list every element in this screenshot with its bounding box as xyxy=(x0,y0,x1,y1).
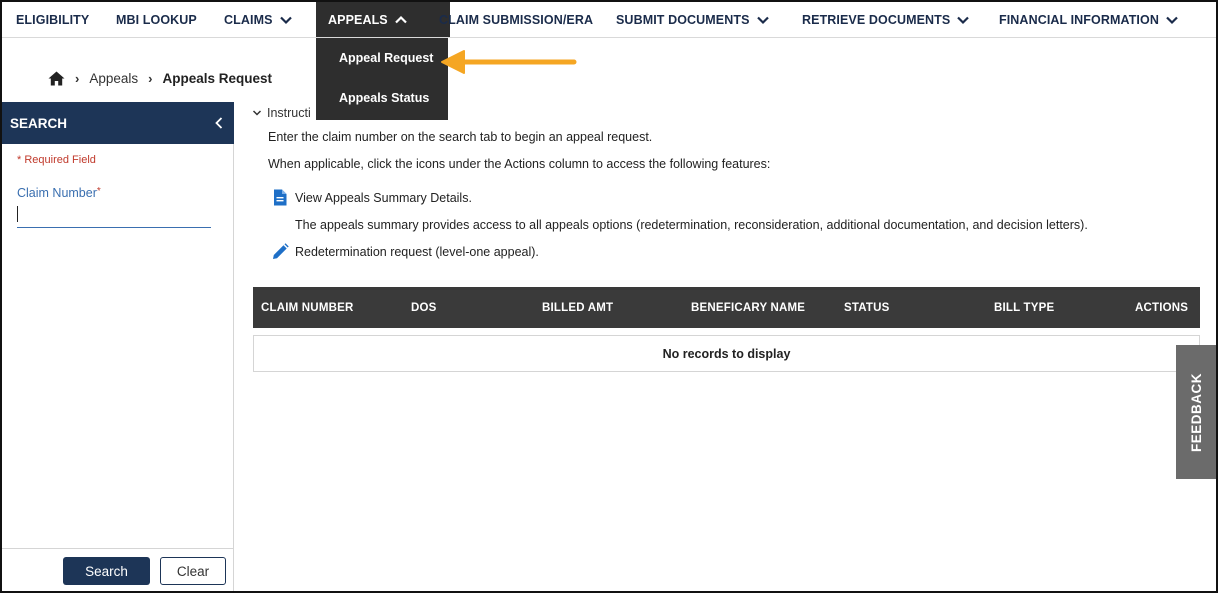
instructions-toggle[interactable]: Instructi xyxy=(252,106,311,120)
sidebar-title: SEARCH xyxy=(10,115,68,131)
feature-view-summary: View Appeals Summary Details. xyxy=(273,189,472,206)
claim-number-label: Claim Number* xyxy=(17,186,101,200)
chevron-down-icon xyxy=(1166,16,1178,24)
feedback-tab[interactable]: FEEDBACK xyxy=(1176,345,1216,479)
search-button[interactable]: Search xyxy=(63,557,150,585)
feature-redetermination: Redetermination request (level-one appea… xyxy=(272,243,539,260)
breadcrumb-separator-icon: › xyxy=(148,70,153,86)
instructions-line: When applicable, click the icons under t… xyxy=(268,157,771,171)
collapse-chevron-left-icon[interactable] xyxy=(212,116,226,130)
sidebar-footer: Search Clear xyxy=(2,548,234,591)
pointer-arrow-icon xyxy=(441,50,577,74)
nav-eligibility[interactable]: ELIGIBILITY xyxy=(16,2,89,37)
chevron-down-icon xyxy=(957,16,970,24)
nav-mbi-lookup[interactable]: MBI LOOKUP xyxy=(116,2,197,37)
chevron-down-icon xyxy=(252,110,262,116)
feedback-label: FEEDBACK xyxy=(1188,372,1204,452)
required-field-note: * Required Field xyxy=(17,154,96,166)
column-header-claim-number[interactable]: CLAIM NUMBER xyxy=(261,287,353,328)
nav-appeals[interactable]: APPEALS xyxy=(316,2,450,37)
nav-retrieve-documents[interactable]: RETRIEVE DOCUMENTS xyxy=(802,2,970,37)
appeals-dropdown-menu: Appeal Request Appeals Status xyxy=(316,38,448,120)
menu-item-appeal-request[interactable]: Appeal Request xyxy=(316,38,448,78)
breadcrumb: › Appeals › Appeals Request xyxy=(48,68,272,88)
nav-financial-information[interactable]: FINANCIAL INFORMATION xyxy=(999,2,1179,37)
chevron-up-icon xyxy=(394,15,407,23)
column-header-billed-amt[interactable]: BILLED AMT xyxy=(542,287,613,328)
claim-number-input[interactable] xyxy=(17,204,211,228)
chevron-down-icon xyxy=(279,16,292,24)
chevron-down-icon xyxy=(756,16,769,24)
column-header-actions: ACTIONS xyxy=(1135,301,1189,314)
home-icon[interactable] xyxy=(48,71,65,86)
table-header-row: CLAIM NUMBER DOS BILLED AMT BENEFICARY N… xyxy=(253,287,1200,328)
nav-claim-submission-era[interactable]: CLAIM SUBMISSION/ERA xyxy=(439,2,593,37)
top-nav: ELIGIBILITY MBI LOOKUP CLAIMS APPEALS CL… xyxy=(2,2,1216,38)
column-header-dos[interactable]: DOS xyxy=(411,287,437,328)
breadcrumb-separator-icon: › xyxy=(75,70,80,86)
column-header-status[interactable]: STATUS xyxy=(844,287,890,328)
breadcrumb-current: Appeals Request xyxy=(162,70,273,86)
search-sidebar: SEARCH * Required Field Claim Number* Se… xyxy=(2,102,234,591)
breadcrumb-appeals-link[interactable]: Appeals xyxy=(89,71,138,86)
document-icon xyxy=(274,189,287,206)
sidebar-header: SEARCH xyxy=(2,102,234,144)
table-empty-row: No records to display xyxy=(253,335,1200,372)
nav-claims[interactable]: CLAIMS xyxy=(224,2,293,37)
feature-description: The appeals summary provides access to a… xyxy=(295,218,1088,232)
text-cursor xyxy=(17,206,18,222)
column-header-beneficary-name[interactable]: BENEFICARY NAME xyxy=(691,287,805,328)
nav-submit-documents[interactable]: SUBMIT DOCUMENTS xyxy=(616,2,770,37)
clear-button[interactable]: Clear xyxy=(160,557,226,585)
column-header-bill-type[interactable]: BILL TYPE xyxy=(994,287,1054,328)
menu-item-appeals-status[interactable]: Appeals Status xyxy=(316,78,448,118)
pencil-icon xyxy=(273,243,289,259)
instructions-line: Enter the claim number on the search tab… xyxy=(268,130,653,144)
